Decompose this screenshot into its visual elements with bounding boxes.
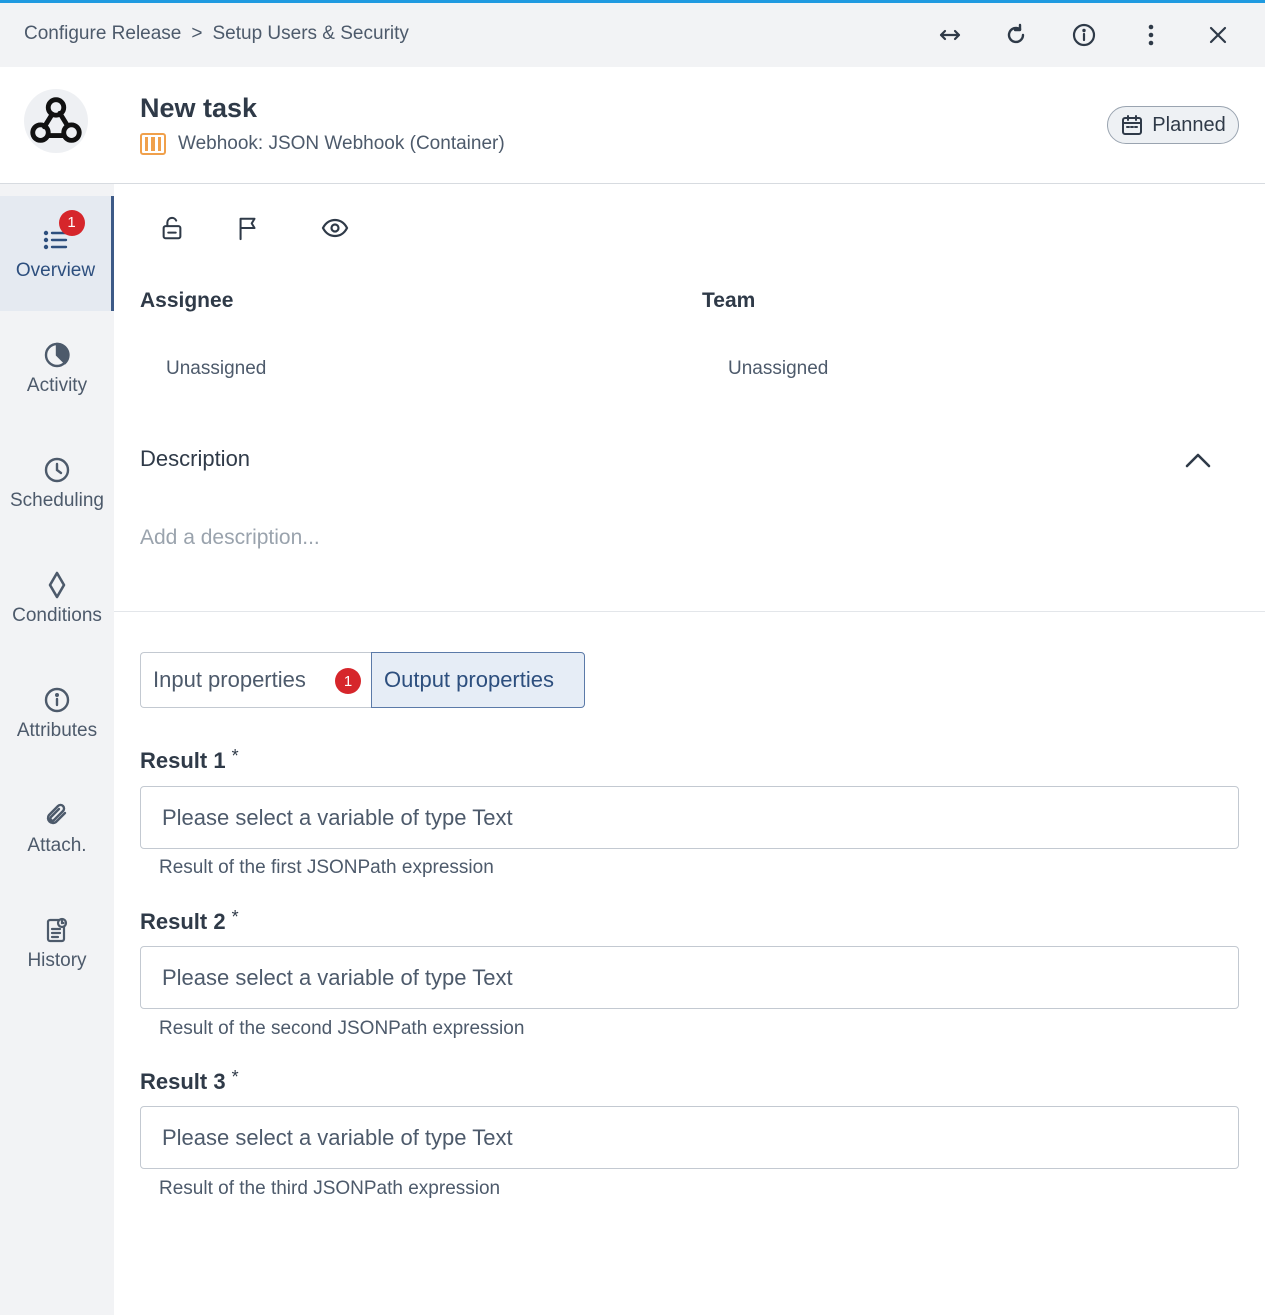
paperclip-icon — [43, 801, 71, 829]
flag-icon[interactable] — [232, 212, 264, 244]
sidebar-item-history[interactable]: History — [0, 886, 114, 1001]
sidebar-item-overview[interactable]: 1 Overview — [0, 196, 114, 311]
status-badge[interactable]: Planned — [1107, 106, 1239, 144]
history-icon — [43, 916, 71, 944]
task-header: New task Webhook: JSON Webhook (Containe… — [0, 67, 1265, 184]
sidebar-item-label: Overview — [15, 259, 96, 281]
notification-badge: 1 — [335, 668, 361, 694]
expand-horizontal-icon[interactable] — [935, 20, 965, 50]
more-vertical-icon[interactable] — [1136, 20, 1166, 50]
assignee-label: Assignee — [140, 289, 234, 312]
required-marker: * — [231, 907, 239, 927]
section-divider — [114, 611, 1265, 612]
webhook-logo-icon — [24, 89, 88, 153]
result-3-input[interactable] — [140, 1106, 1239, 1169]
sidebar-item-conditions[interactable]: Conditions — [0, 541, 114, 656]
breadcrumb: Configure Release > Setup Users & Securi… — [24, 23, 409, 45]
clock-icon — [43, 456, 71, 484]
sidebar: 1 Overview Activity Scheduling Condition… — [0, 184, 114, 1315]
team-label: Team — [702, 289, 756, 312]
required-marker: * — [231, 1067, 239, 1087]
list-icon: 1 — [42, 209, 85, 254]
breadcrumb-separator: > — [191, 23, 203, 44]
result-1-help: Result of the first JSONPath expression — [159, 857, 494, 878]
eye-icon[interactable] — [319, 212, 351, 244]
result-3-label: Result 3 * — [140, 1067, 239, 1095]
status-label: Planned — [1152, 113, 1226, 136]
tab-label: Input properties — [153, 667, 306, 692]
task-title[interactable]: New task — [140, 93, 257, 124]
container-task-icon — [140, 133, 166, 155]
refresh-icon[interactable] — [1001, 20, 1031, 50]
sidebar-item-activity[interactable]: Activity — [0, 311, 114, 426]
diamond-icon — [43, 571, 71, 599]
tab-label: Output properties — [384, 667, 554, 692]
sidebar-item-label: History — [27, 949, 87, 971]
calendar-icon — [1122, 115, 1143, 135]
field-label-text: Result 2 — [140, 909, 226, 934]
sidebar-item-attachments[interactable]: Attach. — [0, 771, 114, 886]
task-type-label: Webhook: JSON Webhook (Container) — [178, 133, 505, 154]
field-label-text: Result 3 — [140, 1069, 226, 1094]
result-2-label: Result 2 * — [140, 907, 239, 935]
description-input[interactable]: Add a description... — [140, 526, 320, 550]
sidebar-item-scheduling[interactable]: Scheduling — [0, 426, 114, 541]
sidebar-item-label: Attach. — [27, 834, 87, 856]
task-type: Webhook: JSON Webhook (Container) — [140, 133, 505, 155]
chevron-up-icon[interactable] — [1182, 446, 1214, 474]
sidebar-item-label: Conditions — [12, 604, 102, 626]
result-1-input[interactable] — [140, 786, 1239, 849]
activity-icon — [43, 341, 71, 369]
sidebar-item-attributes[interactable]: Attributes — [0, 656, 114, 771]
breadcrumb-item-release[interactable]: Configure Release — [24, 23, 181, 45]
sidebar-item-label: Activity — [26, 374, 88, 396]
result-2-input[interactable] — [140, 946, 1239, 1009]
assignee-value[interactable]: Unassigned — [166, 358, 266, 380]
info-icon[interactable] — [1069, 20, 1099, 50]
team-value[interactable]: Unassigned — [728, 358, 828, 380]
result-2-help: Result of the second JSONPath expression — [159, 1018, 525, 1039]
tab-output-properties[interactable]: Output properties — [371, 652, 585, 708]
description-label: Description — [140, 446, 251, 471]
top-bar: Configure Release > Setup Users & Securi… — [0, 3, 1265, 67]
close-icon[interactable] — [1203, 20, 1233, 50]
notification-badge: 1 — [58, 209, 85, 236]
result-3-help: Result of the third JSONPath expression — [159, 1178, 501, 1199]
tab-input-properties[interactable]: Input properties 1 — [140, 652, 372, 708]
info-icon — [43, 686, 71, 714]
breadcrumb-item-task[interactable]: Setup Users & Security — [212, 23, 408, 45]
field-label-text: Result 1 — [140, 748, 226, 773]
required-marker: * — [231, 746, 239, 766]
unlock-icon[interactable] — [156, 212, 188, 244]
sidebar-item-label: Scheduling — [9, 489, 105, 511]
result-1-label: Result 1 * — [140, 746, 239, 774]
sidebar-item-label: Attributes — [16, 719, 98, 741]
